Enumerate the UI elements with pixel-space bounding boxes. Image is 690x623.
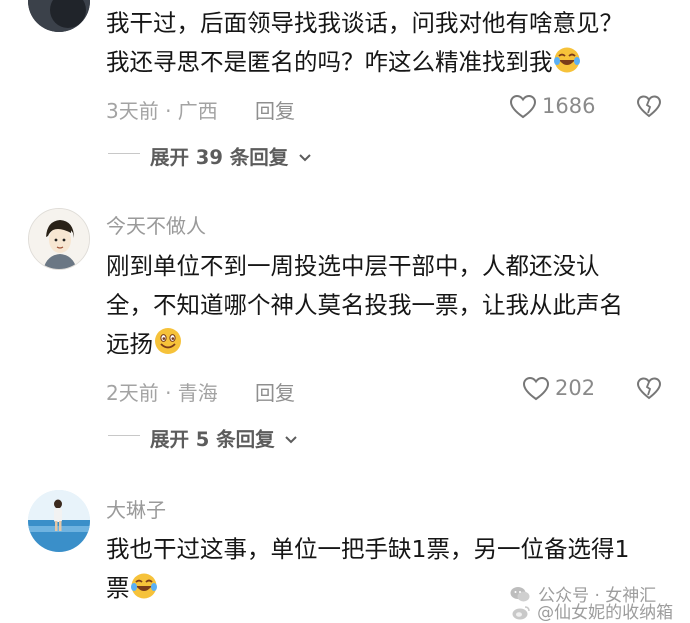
avatar-image <box>28 490 90 552</box>
comment-meta-cutoff <box>106 612 246 621</box>
comment-line: 全，不知道哪个神人莫名投我一票，让我从此声名 <box>106 291 623 319</box>
reply-button[interactable]: 回复 <box>255 377 295 406</box>
expand-replies-button[interactable]: 展开 39 条回复 <box>150 141 312 170</box>
expand-replies-label: 展开 5 条回复 <box>150 428 275 451</box>
avatar[interactable] <box>28 0 90 32</box>
comment-text: 我干过，后面领导找我谈话，问我对他有啥意见？ 我还寻思不是匿名的吗？咋这么精准找… <box>106 4 623 82</box>
smile-emoji-icon <box>155 328 181 354</box>
chevron-down-icon <box>299 154 311 162</box>
like-button[interactable]: 202 <box>522 374 602 404</box>
expand-divider <box>108 153 140 154</box>
comment-line-with-emoji: 远扬 <box>106 325 623 364</box>
laugh-cry-emoji-icon <box>553 47 580 73</box>
like-count: 1686 <box>542 94 596 118</box>
comment-line: 我还寻思不是匿名的吗？咋这么精准找到我 <box>106 48 553 76</box>
expand-replies-button[interactable]: 展开 5 条回复 <box>150 423 298 452</box>
comment-line: 我干过，后面领导找我谈话，问我对他有啥意见？ <box>106 9 623 37</box>
avatar-image <box>28 0 90 32</box>
comment-time-location: 2天前 · 青海 <box>106 381 218 405</box>
watermark-weibo-text: @仙女妮的收纳箱 <box>537 603 674 623</box>
like-count: 202 <box>555 376 596 400</box>
dislike-icon[interactable] <box>636 376 662 402</box>
heart-icon <box>509 94 537 119</box>
weibo-watermark: @仙女妮的收纳箱 <box>512 598 673 623</box>
comment-time-location: 3天前 · 广西 <box>106 99 218 123</box>
comment-line: 远扬 <box>106 330 153 358</box>
comment-author[interactable]: 大琳子 <box>106 494 166 523</box>
comment-text: 刚到单位不到一周投选中层干部中，人都还没认 全，不知道哪个神人莫名投我一票，让我… <box>106 247 623 364</box>
comment-line: 票 <box>106 574 130 602</box>
expand-divider <box>108 435 140 436</box>
dislike-icon[interactable] <box>636 94 662 120</box>
expand-replies-label: 展开 39 条回复 <box>150 146 289 169</box>
avatar[interactable] <box>28 208 90 270</box>
comment-line: 我也干过这事，单位一把手缺1票，另一位备选得1 <box>106 535 630 563</box>
weibo-icon <box>512 606 530 620</box>
avatar[interactable] <box>28 490 90 552</box>
comment-line-with-emoji: 我还寻思不是匿名的吗？咋这么精准找到我 <box>106 43 623 82</box>
comment-line: 刚到单位不到一周投选中层干部中，人都还没认 <box>106 252 600 280</box>
like-button[interactable]: 1686 <box>509 92 599 122</box>
laugh-cry-emoji-icon <box>130 573 157 599</box>
chevron-down-icon <box>285 436 298 444</box>
comment-author[interactable]: 今天不做人 <box>106 210 206 239</box>
reply-button[interactable]: 回复 <box>255 95 295 124</box>
heart-icon <box>522 376 550 401</box>
avatar-image <box>29 209 89 269</box>
